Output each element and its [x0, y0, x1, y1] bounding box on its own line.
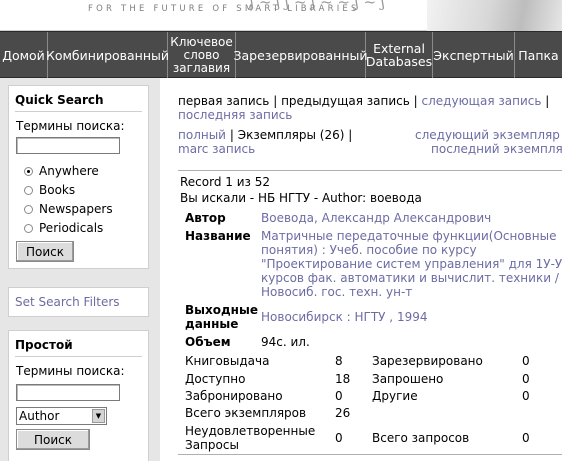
nav-item-home[interactable]: Домой	[0, 32, 48, 78]
title-value[interactable]: Матричные передаточные функции(Основные …	[261, 229, 562, 299]
quick-search-terms-label: Термины поиска:	[16, 119, 125, 133]
title-line: курсов фак. автоматики и вычислит. техни…	[261, 271, 559, 285]
view-nav-separator: |	[229, 128, 234, 142]
imprint-label: Выходные данные	[185, 303, 258, 331]
simple-search-panel: Простой Термины поиска: Author ▼ Поиск	[8, 330, 149, 461]
simple-search-title: Простой	[15, 338, 142, 357]
chevron-down-icon[interactable]: ▼	[92, 409, 105, 423]
banner: ʃ ~ ʃ ʃ ~ ʃ ~ ~ ʃ ~ ʃ FOR THE FUTURE OF …	[0, 0, 562, 31]
extent-value: 94с. ил.	[261, 335, 310, 349]
unfilled-requests-label: Неудовлетворенные Запросы	[185, 424, 315, 452]
banner-artwork	[427, 0, 562, 31]
radio-periodicals[interactable]	[24, 224, 33, 233]
main-navigation: Домой Комбинированный Ключевое слово заг…	[0, 31, 562, 78]
booked-value: 0	[335, 389, 343, 403]
quick-search-title: Quick Search	[15, 93, 142, 112]
quick-search-panel: Quick Search Термины поиска: Anywhere Bo…	[8, 85, 149, 269]
radio-books-label: Books	[39, 183, 76, 197]
unfilled-requests-label-line: Неудовлетворенные	[185, 424, 316, 438]
radio-books[interactable]	[24, 186, 33, 195]
nav-item-folder[interactable]: Папка	[515, 32, 562, 78]
imprint-label-line: Выходные	[185, 303, 258, 317]
search-summary: Вы искали - НБ НГТУ - Author: воевода	[180, 191, 422, 205]
previous-record-link[interactable]: предыдущая запись	[281, 94, 410, 108]
extent-label: Объем	[185, 335, 231, 349]
record-nav-separator: |	[273, 94, 278, 108]
record-nav-separator: |	[413, 94, 418, 108]
simple-search-terms-label: Термины поиска:	[16, 364, 125, 378]
last-record-link[interactable]: последняя запись	[178, 108, 292, 122]
record-nav: первая запись | предыдущая запись | след…	[178, 94, 549, 108]
record-view: первая запись | предыдущая запись | след…	[160, 78, 562, 461]
next-record-link[interactable]: следующая запись	[422, 94, 542, 108]
total-copies-label: Всего экземпляров	[185, 406, 307, 420]
set-filters-panel: Set Search Filters	[8, 287, 149, 317]
record-count: Record 1 из 52	[180, 175, 270, 189]
radio-newspapers-label: Newspapers	[39, 202, 113, 216]
available-value: 18	[335, 372, 351, 386]
divider	[178, 170, 562, 171]
nav-item-expert[interactable]: Экспертный	[433, 32, 515, 78]
view-nav-separator: |	[348, 128, 353, 142]
full-view-link[interactable]: полный	[178, 128, 226, 142]
first-record-link[interactable]: первая запись	[178, 94, 269, 108]
other-label: Другие	[372, 389, 418, 403]
total-copies-value: 26	[335, 406, 351, 420]
search-field-select-value: Author	[19, 409, 60, 423]
requested-value: 0	[522, 372, 530, 386]
banner-tagline: FOR THE FUTURE OF SMART LIBRARIES	[88, 4, 360, 14]
copies-link[interactable]: Экземпляры (26)	[238, 128, 345, 142]
simple-search-terms-input[interactable]	[16, 384, 120, 401]
copy-nav: следующий экземпляр |	[415, 128, 562, 142]
page: ʃ ~ ʃ ʃ ~ ʃ ~ ~ ʃ ~ ʃ FOR THE FUTURE OF …	[0, 0, 562, 461]
booked-label: Забронировано	[185, 389, 283, 403]
title-line: понятия) : Учеб. пособие по курсу	[261, 243, 477, 257]
search-field-select[interactable]: Author ▼	[16, 407, 107, 425]
unfilled-requests-value: 0	[335, 431, 343, 445]
loans-value: 8	[335, 354, 343, 368]
radio-periodicals-label: Periodicals	[39, 221, 104, 235]
radio-anywhere[interactable]	[24, 167, 33, 176]
author-value[interactable]: Воевода, Александр Александрович	[261, 211, 491, 225]
imprint-value[interactable]: Новосибирск : НГТУ , 1994	[261, 310, 427, 324]
reserved-label: Зарезервировано	[372, 354, 483, 368]
title-line: "Проектирование систем управления" для 1…	[261, 257, 562, 271]
imprint-label-line: данные	[185, 317, 239, 331]
available-label: Доступно	[185, 372, 246, 386]
nav-item-combined[interactable]: Комбинированный	[46, 32, 169, 78]
nav-item-external-databases[interactable]: External Databases	[366, 32, 433, 78]
requested-label: Запрошено	[372, 372, 444, 386]
radio-newspapers[interactable]	[24, 205, 33, 214]
total-requests-label: Всего запросов	[372, 431, 470, 445]
title-line: Матричные передаточные функции(Основные	[261, 229, 557, 243]
view-nav: полный | Экземпляры (26) |	[178, 128, 352, 142]
last-copy-link[interactable]: последний экземпляр	[431, 142, 562, 156]
total-requests-value: 0	[522, 431, 530, 445]
unfilled-requests-label-line: Запросы	[185, 438, 239, 452]
radio-anywhere-label: Anywhere	[39, 164, 99, 178]
nav-item-reserved[interactable]: Зарезервированный	[234, 32, 368, 78]
marc-record-link[interactable]: marc запись	[178, 142, 255, 156]
next-copy-link[interactable]: следующий экземпляр	[415, 128, 560, 142]
other-value: 0	[522, 389, 530, 403]
nav-item-title-keyword[interactable]: Ключевое слово заглавия	[168, 32, 236, 78]
simple-search-button[interactable]: Поиск	[16, 429, 90, 450]
title-label: Название	[185, 229, 251, 243]
title-line: Новосиб. гос. техн. ун-т	[261, 285, 413, 299]
sidebar: Quick Search Термины поиска: Anywhere Bo…	[0, 78, 160, 461]
quick-search-terms-input[interactable]	[16, 137, 120, 154]
divider	[178, 454, 562, 455]
record-nav-separator: |	[545, 94, 550, 108]
author-label: Автор	[185, 211, 226, 225]
reserved-value: 0	[522, 354, 530, 368]
loans-label: Книговыдача	[185, 354, 270, 368]
set-search-filters-link[interactable]: Set Search Filters	[15, 295, 120, 309]
quick-search-button[interactable]: Поиск	[16, 241, 74, 262]
